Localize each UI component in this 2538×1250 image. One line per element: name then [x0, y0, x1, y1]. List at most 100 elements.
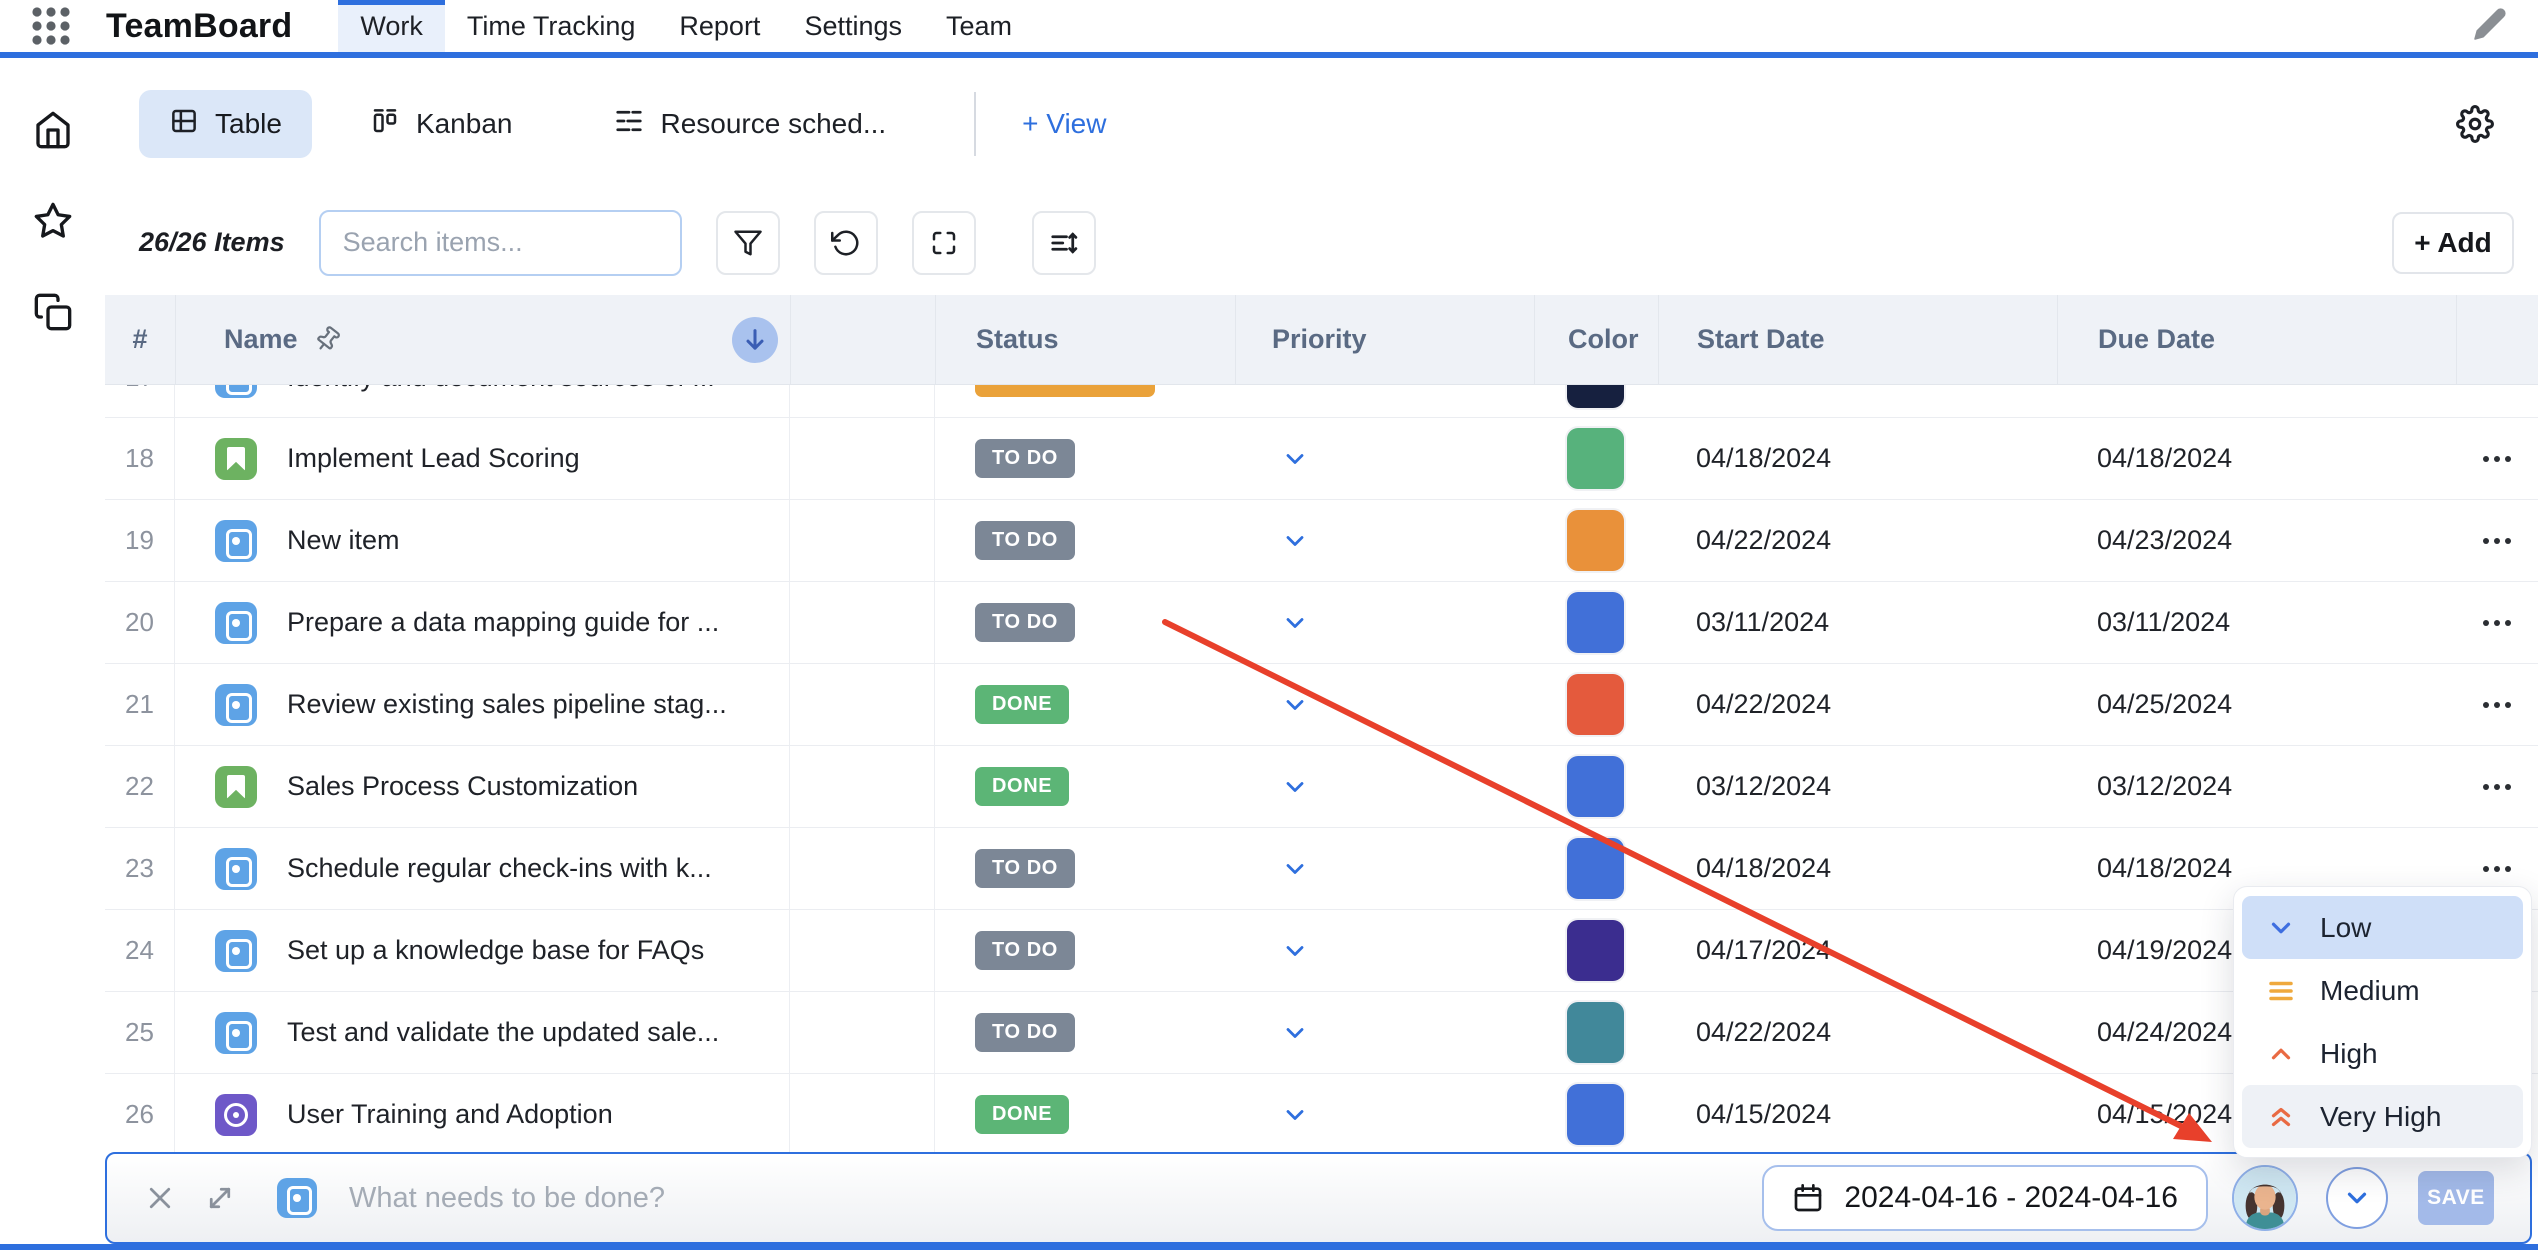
table-row[interactable]: 18Implement Lead ScoringTO DO04/18/20240… [105, 418, 2538, 500]
star-icon[interactable] [33, 201, 73, 246]
item-name[interactable]: New item [287, 525, 400, 556]
column-settings-button[interactable] [1032, 211, 1096, 275]
item-name[interactable]: Test and validate the updated sale... [287, 1017, 719, 1048]
nav-tab-report[interactable]: Report [657, 0, 782, 52]
save-button[interactable]: SAVE [2418, 1171, 2494, 1225]
status-badge[interactable]: DONE [975, 685, 1069, 724]
priority-option-low[interactable]: Low [2242, 896, 2523, 959]
status-badge[interactable]: DONE [975, 767, 1069, 806]
priority-chevron-icon[interactable] [1281, 1019, 1309, 1047]
status-badge[interactable]: TO DO [975, 849, 1075, 888]
start-date[interactable]: 03/12/2024 [1658, 746, 2057, 827]
app-grid-icon[interactable] [28, 3, 74, 49]
priority-chevron-icon[interactable] [1281, 385, 1309, 391]
date-range-picker[interactable]: 2024-04-16 - 2024-04-16 [1762, 1165, 2208, 1231]
table-row[interactable]: 19New itemTO DO04/22/202404/23/2024 [105, 500, 2538, 582]
table-row[interactable]: 25Test and validate the updated sale...T… [105, 992, 2538, 1074]
start-date[interactable]: 04/22/2024 [1658, 500, 2057, 581]
priority-chevron-icon[interactable] [1281, 691, 1309, 719]
home-icon[interactable] [33, 110, 73, 155]
priority-chevron-icon[interactable] [1281, 855, 1309, 883]
new-item-input[interactable] [349, 1182, 1762, 1215]
item-name[interactable]: Review existing sales pipeline stag... [287, 689, 727, 720]
pin-icon[interactable] [308, 321, 346, 359]
item-name[interactable]: Identify and document sources of ... [287, 385, 715, 393]
fullscreen-button[interactable] [912, 211, 976, 275]
close-icon[interactable] [145, 1183, 175, 1213]
row-actions-icon[interactable] [2483, 784, 2511, 790]
status-badge[interactable]: TO DO [975, 439, 1075, 478]
status-badge[interactable]: TO DO [975, 1013, 1075, 1052]
due-date[interactable]: 04/23/2024 [2057, 500, 2456, 581]
start-date[interactable]: 03/11/2024 [1658, 582, 2057, 663]
item-name[interactable]: User Training and Adoption [287, 1099, 613, 1130]
table-row[interactable]: 24Set up a knowledge base for FAQsTO DO0… [105, 910, 2538, 992]
priority-option-very-high[interactable]: Very High [2242, 1085, 2523, 1148]
priority-option-high[interactable]: High [2242, 1022, 2523, 1085]
color-swatch[interactable] [1567, 1002, 1624, 1063]
status-badge[interactable]: TO DO [975, 603, 1075, 642]
item-name[interactable]: Sales Process Customization [287, 771, 638, 802]
new-task-type-icon[interactable] [277, 1178, 317, 1218]
table-row[interactable]: 23Schedule regular check-ins with k...TO… [105, 828, 2538, 910]
due-date[interactable]: 03/11/2024 [2057, 582, 2456, 663]
row-actions-icon[interactable] [2483, 702, 2511, 708]
priority-chevron-icon[interactable] [1281, 609, 1309, 637]
due-date[interactable]: 04/18/2024 [2057, 418, 2456, 499]
row-actions-icon[interactable] [2483, 456, 2511, 462]
view-tab-table[interactable]: Table [139, 90, 312, 158]
color-swatch[interactable] [1567, 838, 1624, 899]
color-swatch[interactable] [1567, 385, 1624, 408]
add-item-button[interactable]: + Add [2392, 212, 2514, 274]
nav-tab-time-tracking[interactable]: Time Tracking [445, 0, 658, 52]
search-input[interactable] [343, 227, 658, 258]
table-row[interactable]: 26User Training and AdoptionDONE04/15/20… [105, 1074, 2538, 1152]
assignee-avatar[interactable] [2232, 1165, 2298, 1231]
color-swatch[interactable] [1567, 674, 1624, 735]
table-row[interactable]: 22Sales Process CustomizationDONE03/12/2… [105, 746, 2538, 828]
refresh-button[interactable] [814, 211, 878, 275]
nav-tab-settings[interactable]: Settings [782, 0, 924, 52]
view-tab-resource-scheduler[interactable]: Resource sched... [614, 106, 886, 143]
priority-chevron-icon[interactable] [1281, 445, 1309, 473]
color-swatch[interactable] [1567, 1084, 1624, 1145]
nav-tab-team[interactable]: Team [924, 0, 1034, 52]
status-badge[interactable]: DONE [975, 1095, 1069, 1134]
start-date[interactable]: 04/22/2024 [1658, 664, 2057, 745]
status-badge[interactable]: TO DO [975, 521, 1075, 560]
color-swatch[interactable] [1567, 756, 1624, 817]
row-actions-icon[interactable] [2483, 866, 2511, 872]
status-badge[interactable]: TO DO [975, 931, 1075, 970]
col-header-name[interactable]: Name [175, 295, 790, 384]
add-view-button[interactable]: + View [1022, 108, 1106, 140]
color-swatch[interactable] [1567, 428, 1624, 489]
item-name[interactable]: Implement Lead Scoring [287, 443, 580, 474]
color-swatch[interactable] [1567, 592, 1624, 653]
start-date[interactable]: 04/17/2024 [1658, 910, 2057, 991]
filter-button[interactable] [716, 211, 780, 275]
start-date[interactable]: 04/15/2024 [1658, 1074, 2057, 1152]
start-date[interactable]: 04/18/2024 [1658, 828, 2057, 909]
row-actions-icon[interactable] [2483, 620, 2511, 626]
priority-option-medium[interactable]: Medium [2242, 959, 2523, 1022]
priority-chevron-icon[interactable] [1281, 773, 1309, 801]
due-date[interactable]: 03/12/2024 [2057, 746, 2456, 827]
row-actions-icon[interactable] [2483, 538, 2511, 544]
composer-expand-chevron[interactable] [2326, 1167, 2388, 1229]
gear-icon[interactable] [2456, 105, 2494, 143]
priority-chevron-icon[interactable] [1281, 937, 1309, 965]
item-name[interactable]: Schedule regular check-ins with k... [287, 853, 712, 884]
sort-descending-button[interactable] [732, 317, 778, 363]
copy-pages-icon[interactable] [33, 292, 73, 337]
due-date[interactable] [2057, 385, 2456, 418]
color-swatch[interactable] [1567, 510, 1624, 571]
item-name[interactable]: Set up a knowledge base for FAQs [287, 935, 704, 966]
start-date[interactable]: 04/18/2024 [1658, 418, 2057, 499]
nav-tab-work[interactable]: Work [338, 0, 445, 52]
start-date[interactable]: 04/22/2024 [1658, 992, 2057, 1073]
priority-chevron-icon[interactable] [1281, 1101, 1309, 1129]
table-row[interactable]: 20Prepare a data mapping guide for ...TO… [105, 582, 2538, 664]
due-date[interactable]: 04/25/2024 [2057, 664, 2456, 745]
item-name[interactable]: Prepare a data mapping guide for ... [287, 607, 719, 638]
view-tab-kanban[interactable]: Kanban [370, 106, 513, 143]
